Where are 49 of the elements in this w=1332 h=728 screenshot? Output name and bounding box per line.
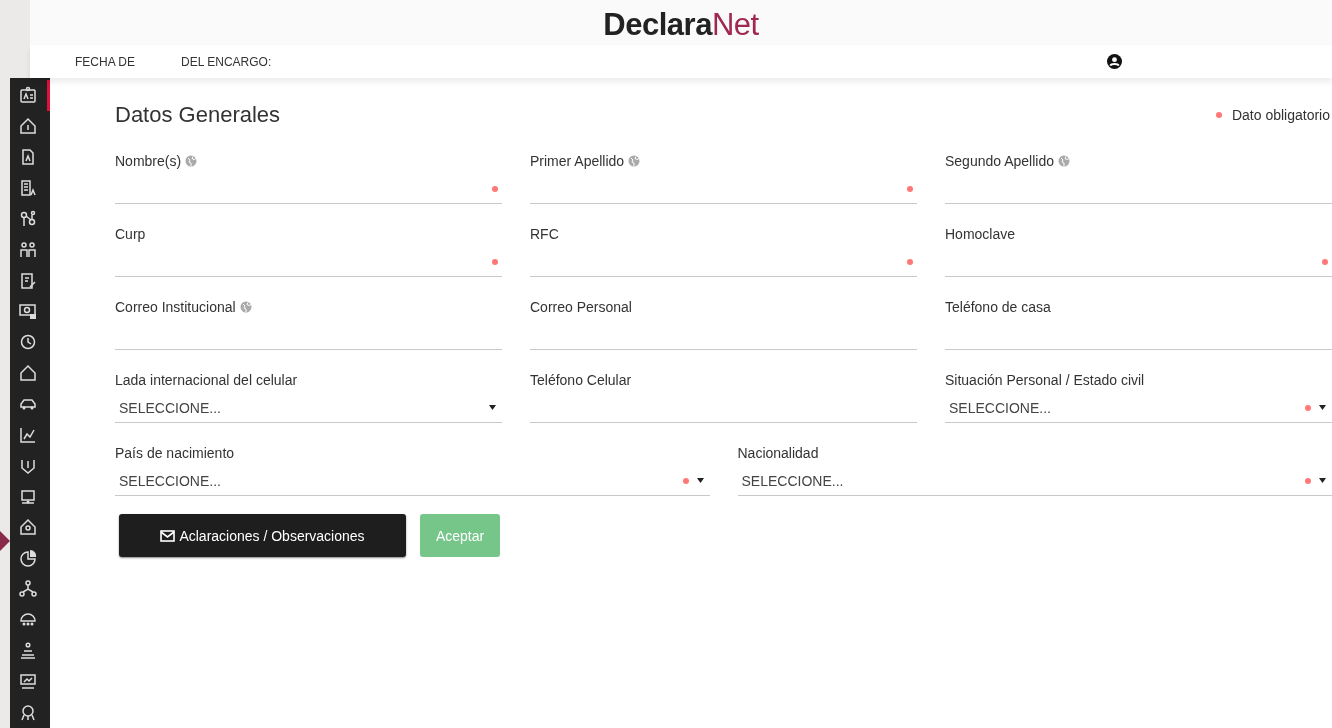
header-label: FECHA DE [75,54,135,69]
pie-chart-icon [19,549,37,568]
required-note: Dato obligatorio [1231,107,1330,123]
field-label: Nacionalidad [737,445,819,461]
house-icon [19,518,37,537]
header-label: DEL ENCARGO: [181,54,272,69]
field-label: Teléfono de casa [945,299,1051,315]
field-label: Situación Personal / Estado civil [945,372,1145,388]
caret-icon [489,405,496,410]
select-field[interactable]: SELECCIONE... [115,393,502,423]
org-chart-icon [19,580,37,599]
field-label: Nombre(s) [115,153,182,169]
observations-button[interactable]: Aclaraciones / Observaciones [119,514,406,557]
id-card-icon [19,86,37,105]
select-field[interactable]: SELECCIONE... [115,466,710,496]
field-label: Teléfono Celular [530,372,632,388]
history-icon [19,333,37,352]
field-label: RFC [530,226,559,242]
field-label: País de nacimiento [115,445,235,461]
form-title: Datos Generales [115,102,281,128]
hierarchy-icon [19,641,37,660]
caret-icon [1319,478,1326,483]
field-label: Homoclave [945,226,1016,242]
select-field[interactable]: SELECCIONE... [945,393,1332,423]
required-icon [1215,112,1222,118]
field-label: Lada internacional del celular [115,372,298,388]
chart-icon [19,425,37,444]
award-icon [19,703,37,722]
money-lock-icon [19,302,37,321]
network-icon [19,209,37,228]
field-label: Correo Institucional [115,299,236,315]
document-icon [19,148,37,167]
house-icon [19,117,37,136]
form-icon [19,271,37,290]
mail-icon [160,529,176,542]
field-label: Primer Apellido [530,153,625,169]
select-field[interactable]: SELECCIONE... [737,466,1332,496]
people-icon [19,240,37,259]
pointer-icon [0,531,10,551]
presentation-icon [19,672,37,691]
user-icon[interactable] [1107,54,1122,69]
field-label: Curp [115,226,146,242]
building-icon [19,179,37,197]
caret-icon [1319,405,1326,410]
logo: DeclaraNet [603,6,759,44]
caret-icon [696,478,704,483]
home-icon [19,364,37,383]
field-label: Segundo Apellido [945,153,1054,169]
field-label: Correo Personal [530,299,632,315]
